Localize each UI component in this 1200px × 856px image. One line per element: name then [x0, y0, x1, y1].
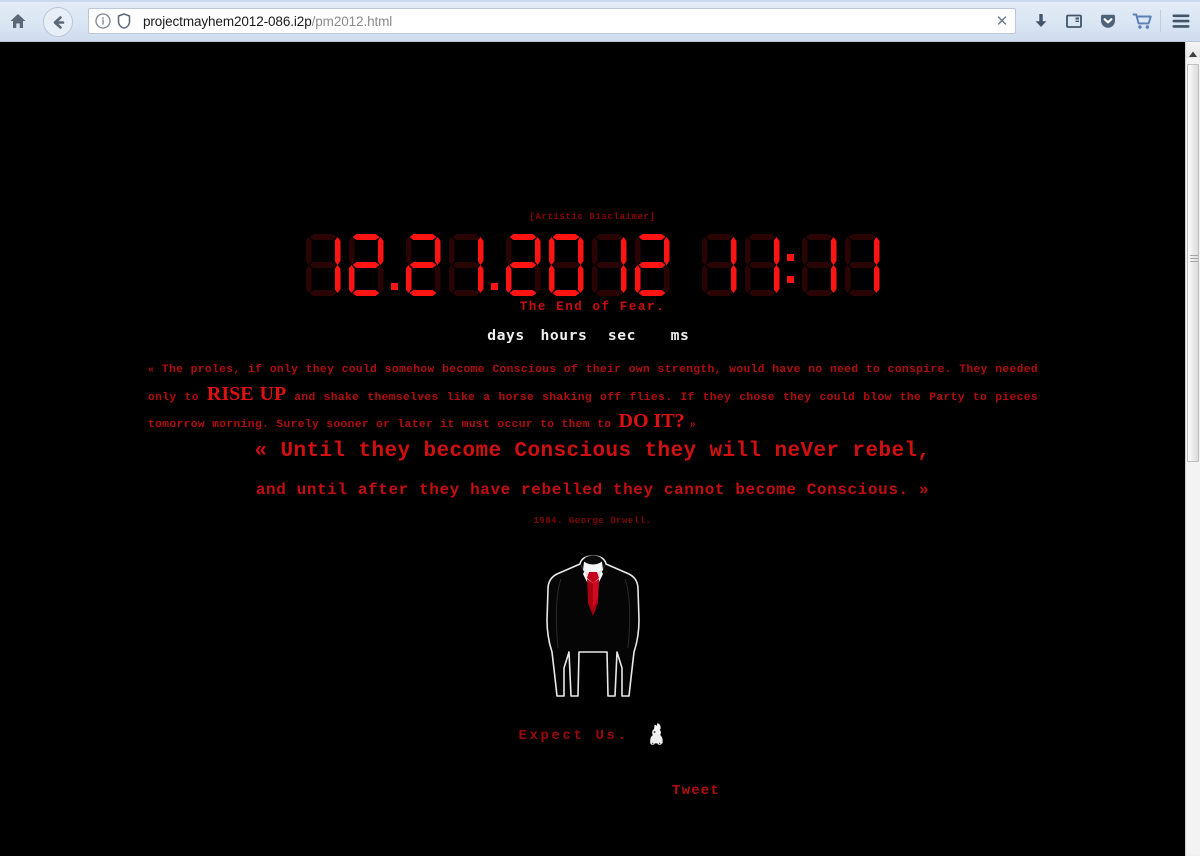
- page-viewport: [Artistic Disclaimer] The End of Fear. d…: [0, 42, 1185, 856]
- scrollbar-up-arrow[interactable]: [1186, 42, 1200, 58]
- tweet-button[interactable]: Tweet: [672, 783, 720, 799]
- clock-date-group: [302, 234, 674, 297]
- countdown-unit-labels: days hours sec ms: [0, 328, 1185, 344]
- expect-us-text: Expect Us.: [518, 728, 629, 744]
- url-text: projectmayhem2012-086.i2p/pm2012.html: [143, 14, 392, 29]
- countdown-clock: [0, 234, 1185, 297]
- clock-digit: [403, 234, 444, 297]
- proles-paragraph: « The proles, if only they could somehow…: [148, 359, 1038, 438]
- unit-days: days: [486, 328, 525, 344]
- clock-colon-separator: [784, 234, 798, 297]
- white-rabbit-icon: [645, 722, 667, 746]
- cart-icon[interactable]: [1131, 10, 1155, 32]
- anonymous-suit-figure: [531, 548, 655, 706]
- rise-up-emphasis: RISE UP: [206, 382, 287, 405]
- clock-dot-separator: [488, 234, 502, 297]
- home-icon[interactable]: [6, 9, 30, 33]
- page-scrollbar[interactable]: [1185, 42, 1200, 856]
- unit-sec: sec: [607, 328, 636, 344]
- clock-dot-separator: [388, 234, 402, 297]
- tab-strip-edge: [0, 0, 1200, 2]
- hamburger-menu-icon[interactable]: [1169, 10, 1193, 32]
- clock-digit: [346, 234, 387, 297]
- quote-line-1: « Until they become Conscious they will …: [254, 440, 931, 463]
- scrollbar-thumb-grip: [1190, 255, 1198, 262]
- reader-view-icon[interactable]: [1063, 10, 1085, 32]
- quote-line-2: and until after they have rebelled they …: [255, 481, 930, 499]
- tagline: The End of Fear.: [519, 300, 666, 314]
- clock-digit: [446, 234, 487, 297]
- toolbar-divider: [1160, 10, 1161, 32]
- clock-digit: [742, 234, 783, 297]
- download-icon[interactable]: [1030, 10, 1052, 32]
- unit-ms: ms: [670, 328, 689, 344]
- expect-us-row: Expect Us.: [0, 722, 1185, 750]
- clock-digit: [842, 234, 883, 297]
- shield-icon[interactable]: [114, 10, 134, 32]
- unit-hours: hours: [540, 328, 587, 344]
- quote-attribution: 1984. George Orwell.: [533, 516, 652, 526]
- clear-url-button[interactable]: ✕: [989, 9, 1015, 33]
- do-it-emphasis: DO IT: [618, 410, 675, 432]
- scrollbar-thumb[interactable]: [1187, 64, 1199, 462]
- clock-time-group: [698, 234, 884, 297]
- url-path: /pm2012.html: [311, 13, 393, 29]
- back-arrow-icon[interactable]: [43, 7, 73, 37]
- pocket-icon[interactable]: [1097, 10, 1119, 32]
- clock-digit: [589, 234, 630, 297]
- clock-digit: [699, 234, 740, 297]
- clock-digit: [546, 234, 587, 297]
- address-bar[interactable]: projectmayhem2012-086.i2p/pm2012.html ✕: [88, 8, 1016, 34]
- clock-digit: [632, 234, 673, 297]
- clock-digit: [799, 234, 840, 297]
- proles-text-part3: ?: [674, 410, 690, 432]
- clock-digit: [503, 234, 544, 297]
- page-content: [Artistic Disclaimer] The End of Fear. d…: [0, 42, 1185, 856]
- close-guillemet: »: [689, 420, 697, 431]
- artistic-disclaimer: [Artistic Disclaimer]: [529, 212, 656, 222]
- browser-toolbar: projectmayhem2012-086.i2p/pm2012.html ✕: [0, 0, 1200, 42]
- url-host: projectmayhem2012-086.i2p: [143, 13, 312, 29]
- clock-digit: [303, 234, 344, 297]
- info-icon[interactable]: [92, 10, 114, 32]
